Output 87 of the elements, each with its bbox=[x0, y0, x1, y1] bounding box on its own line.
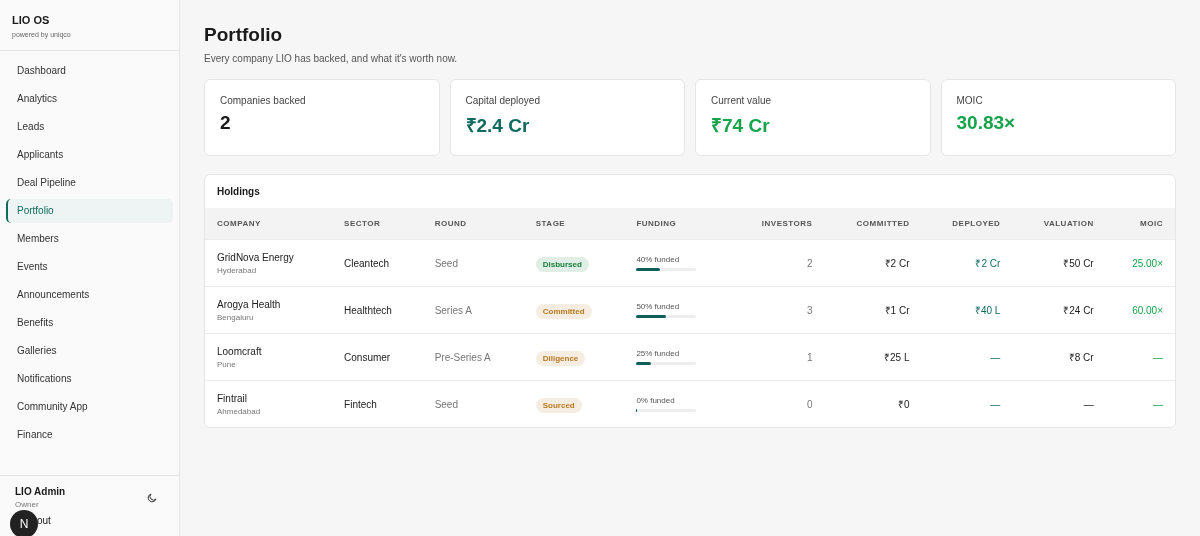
app-title: LIO OS bbox=[12, 14, 51, 26]
company-city: Ahmedabad bbox=[217, 406, 262, 416]
nav-item[interactable]: Events bbox=[6, 255, 173, 279]
user-role: Owner bbox=[15, 500, 40, 509]
nav-item[interactable]: Galleries bbox=[6, 339, 173, 363]
moon-icon[interactable] bbox=[146, 491, 158, 504]
table-cell: — bbox=[1153, 351, 1163, 363]
column-header: DEPLOYED bbox=[921, 208, 1013, 240]
stage-badge: Diligence bbox=[535, 350, 586, 366]
page-subtitle: Every company LIO has backed, and what it's worth now. bbox=[204, 53, 459, 64]
table-cell: Cleantech bbox=[344, 257, 390, 269]
stat-label: Companies backed bbox=[220, 95, 307, 106]
table-cell: ₹40 L bbox=[974, 305, 1001, 316]
nav-item[interactable]: Leads bbox=[6, 115, 173, 139]
stage-badge: Disbursed bbox=[535, 256, 589, 272]
nav-item[interactable]: Portfolio bbox=[6, 199, 173, 223]
funding-label: 50% funded bbox=[636, 302, 681, 311]
company-name: GridNova Energy bbox=[217, 251, 295, 263]
panel-title: Holdings bbox=[216, 185, 261, 199]
table-cell: — bbox=[990, 351, 1001, 363]
column-header: VALUATION bbox=[1012, 208, 1106, 240]
table-cell: ₹50 Cr bbox=[1063, 258, 1094, 269]
company-city: Bengaluru bbox=[217, 312, 255, 322]
nav-item[interactable]: Deal Pipeline bbox=[6, 171, 173, 195]
table-cell: Seed bbox=[434, 257, 458, 269]
nav-item[interactable]: Members bbox=[6, 227, 173, 251]
company-name: Loomcraft bbox=[217, 345, 263, 357]
stat-value: 2 bbox=[220, 112, 232, 134]
table-cell: Pre-Series A bbox=[434, 351, 491, 363]
stat-value: 30.83× bbox=[956, 112, 1017, 134]
stat-label: Capital deployed bbox=[465, 95, 541, 106]
table-cell: ₹2 Cr bbox=[884, 258, 910, 269]
floating-badge[interactable]: N bbox=[10, 510, 38, 536]
column-header: ROUND bbox=[422, 208, 524, 240]
table-cell: — bbox=[990, 398, 1001, 410]
stat-label: MOIC bbox=[956, 95, 984, 106]
table-cell: 0 bbox=[806, 398, 813, 410]
nav-item[interactable]: Benefits bbox=[6, 311, 173, 335]
stage-badge: Committed bbox=[535, 303, 592, 319]
nav-item[interactable]: Finance bbox=[6, 423, 173, 447]
stat-label: Current value bbox=[711, 95, 773, 106]
progress-bar bbox=[636, 315, 697, 318]
column-header: COMPANY bbox=[205, 208, 333, 240]
nav-item[interactable]: Announcements bbox=[6, 283, 173, 307]
table-cell: 3 bbox=[806, 304, 813, 316]
funding-label: 40% funded bbox=[636, 255, 681, 264]
nav-item[interactable]: Analytics bbox=[6, 87, 173, 111]
table-cell: — bbox=[1083, 398, 1094, 410]
table-cell: ₹2 Cr bbox=[975, 258, 1001, 269]
column-header: MOIC bbox=[1105, 208, 1175, 240]
table-cell: ₹0 bbox=[897, 399, 910, 410]
user-name: LIO Admin bbox=[15, 486, 66, 497]
table-cell: — bbox=[1153, 398, 1163, 410]
funding-label: 25% funded bbox=[636, 349, 681, 358]
table-cell: Consumer bbox=[344, 351, 391, 363]
company-city: Pune bbox=[217, 359, 237, 369]
company-name: Fintrail bbox=[217, 392, 248, 404]
table-cell: Healthtech bbox=[344, 304, 392, 316]
sign-out-link[interactable]: out bbox=[37, 515, 51, 526]
funding-label: 0% funded bbox=[636, 396, 676, 405]
progress-bar bbox=[636, 268, 697, 271]
table-cell: Seed bbox=[434, 398, 458, 410]
column-header: SECTOR bbox=[332, 208, 423, 240]
table-cell: 1 bbox=[806, 351, 813, 363]
table-cell: 25.00× bbox=[1132, 257, 1163, 269]
table-cell: 2 bbox=[806, 257, 813, 269]
company-city: Hyderabad bbox=[217, 265, 258, 275]
table-cell: 60.00× bbox=[1132, 304, 1163, 316]
stage-badge: Sourced bbox=[535, 397, 582, 413]
column-header: COMMITTED bbox=[824, 208, 922, 240]
page-title: Portfolio bbox=[204, 24, 284, 46]
column-header: INVESTORS bbox=[730, 208, 825, 240]
table-cell: ₹8 Cr bbox=[1068, 352, 1094, 363]
nav-item[interactable]: Applicants bbox=[6, 143, 173, 167]
stat-value: ₹74 Cr bbox=[711, 114, 771, 138]
nav-item[interactable]: Notifications bbox=[6, 367, 173, 391]
nav-item[interactable]: Community App bbox=[6, 395, 173, 419]
column-header: STAGE bbox=[523, 208, 625, 240]
table-cell: ₹24 Cr bbox=[1063, 305, 1094, 316]
table-cell: ₹1 Cr bbox=[884, 305, 910, 316]
table-cell: Series A bbox=[434, 304, 472, 316]
column-header: FUNDING bbox=[624, 208, 731, 240]
company-name: Arogya Health bbox=[217, 298, 282, 310]
nav-item[interactable]: Dashboard bbox=[6, 59, 173, 83]
stat-value: ₹2.4 Cr bbox=[465, 114, 531, 138]
table-cell: ₹25 L bbox=[884, 352, 910, 363]
table-cell: Fintech bbox=[344, 398, 377, 410]
